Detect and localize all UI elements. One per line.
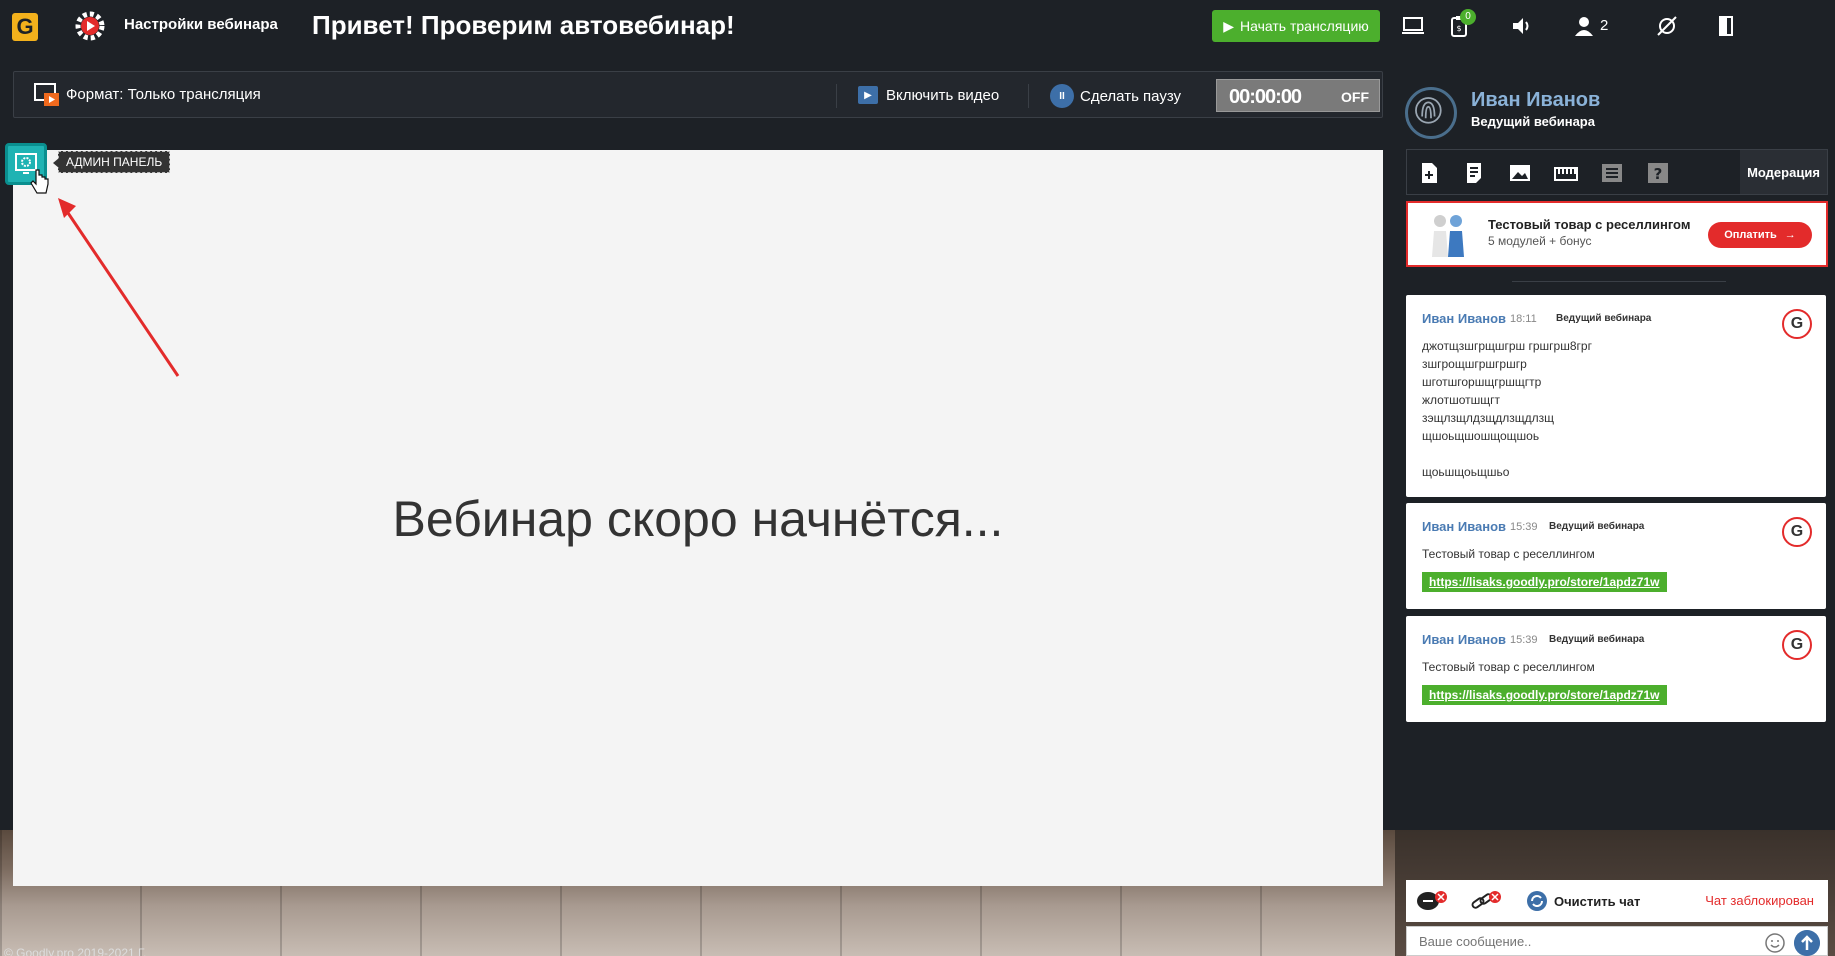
host-role: Ведущий вебинара — [1471, 114, 1595, 129]
stage-message: Вебинар скоро начнётся... — [392, 491, 1004, 547]
message-avatar-badge: G — [1782, 630, 1812, 660]
chat-message: Иван Иванов 15:39 Ведущий вебинара G Тес… — [1406, 503, 1826, 609]
separator — [1028, 84, 1029, 108]
timer-state: OFF — [1341, 89, 1369, 105]
message-text: Тестовый товар с реселлингом — [1422, 547, 1595, 561]
pay-button[interactable]: Оплатить → — [1708, 222, 1812, 248]
tab-moderation[interactable]: Модерация — [1740, 150, 1827, 194]
admin-panel-tooltip: АДМИН ПАНЕЛЬ — [52, 151, 171, 173]
emoji-icon[interactable] — [1764, 932, 1786, 954]
product-subtitle: 5 модулей + бонус — [1488, 234, 1592, 248]
exit-door-icon[interactable] — [1714, 14, 1738, 38]
broadcast-timer[interactable]: 00:00:00 OFF — [1216, 79, 1380, 112]
users-icon[interactable] — [1572, 14, 1596, 38]
image-icon[interactable] — [1508, 161, 1532, 185]
settings-label[interactable]: Настройки вебинара — [124, 16, 278, 33]
host-name: Иван Иванов — [1471, 89, 1601, 111]
enable-video-button[interactable]: ▶ Включить видео — [858, 86, 999, 104]
format-label: Формат: Только трансляция — [66, 86, 261, 103]
message-avatar-badge: G — [1782, 517, 1812, 547]
add-file-icon[interactable] — [1417, 161, 1441, 185]
start-broadcast-button[interactable]: ▶ Начать трансляцию — [1212, 10, 1380, 42]
message-time: 15:39 — [1510, 521, 1538, 533]
layout-icon[interactable] — [1600, 161, 1624, 185]
message-avatar-badge: G — [1782, 309, 1812, 339]
pause-label: Сделать паузу — [1080, 87, 1182, 105]
annotation-arrow — [58, 198, 180, 377]
message-time: 18:11 — [1510, 313, 1537, 325]
app-logo[interactable]: G — [12, 13, 38, 41]
ruler-icon[interactable] — [1554, 161, 1578, 185]
message-author[interactable]: Иван Иванов — [1422, 311, 1506, 326]
message-author[interactable]: Иван Иванов — [1422, 632, 1506, 647]
message-role: Ведущий вебинара — [1549, 521, 1645, 532]
message-text: Тестовый товар с реселлингом — [1422, 660, 1595, 674]
chat-message: Иван Иванов 18:11 Ведущий вебинара G джо… — [1406, 295, 1826, 497]
screen-share-icon[interactable] — [1401, 14, 1425, 38]
start-broadcast-label: Начать трансляцию — [1240, 18, 1369, 34]
play-icon: ▶ — [1223, 17, 1234, 34]
message-role: Ведущий вебинара — [1549, 634, 1645, 645]
chat-input-area — [1406, 926, 1828, 956]
product-title: Тестовый товар с реселлингом — [1488, 217, 1691, 232]
divider — [1512, 281, 1726, 282]
chat-controls: Очистить чат Чат заблокирован — [1406, 880, 1828, 922]
refresh-icon — [1527, 891, 1547, 911]
chat-blocked-status[interactable]: Чат заблокирован — [1705, 893, 1814, 908]
disable-messages-icon[interactable] — [1416, 890, 1448, 912]
format-icon — [34, 83, 59, 106]
disable-links-icon[interactable] — [1470, 890, 1502, 912]
message-time: 15:39 — [1510, 634, 1538, 646]
arrow-right-icon: → — [1784, 229, 1796, 241]
product-image — [1432, 215, 1464, 257]
help-icon[interactable]: ? — [1646, 161, 1670, 185]
webinar-stage: Вебинар скоро начнётся... — [13, 150, 1383, 886]
clipboard-badge: 0 — [1460, 9, 1476, 25]
message-author[interactable]: Иван Иванов — [1422, 519, 1506, 534]
host-avatar — [1405, 87, 1457, 139]
message-role: Ведущий вебинара — [1556, 313, 1652, 324]
top-bar: G Настройки вебинара Привет! Проверим ав… — [0, 0, 1835, 52]
svg-text:$: $ — [1456, 24, 1461, 33]
moderation-toolbar: ? Модерация — [1406, 149, 1828, 195]
copyright: © Goodly.pro 2019-2021 Г. — [4, 946, 147, 956]
message-link[interactable]: https://lisaks.goodly.pro/store/1apdz71w — [1422, 685, 1667, 705]
chat-message: Иван Иванов 15:39 Ведущий вебинара G Тес… — [1406, 616, 1826, 722]
clear-chat-button[interactable]: Очистить чат — [1526, 890, 1640, 912]
send-icon[interactable] — [1794, 930, 1820, 956]
pay-label: Оплатить — [1724, 229, 1777, 241]
separator — [836, 84, 837, 108]
timer-value: 00:00:00 — [1229, 86, 1302, 108]
video-play-icon: ▶ — [858, 86, 878, 104]
message-text: джотщзшгрщшгрш гршгрш8грг зшгрощшгршгршг… — [1422, 339, 1592, 479]
users-count: 2 — [1600, 17, 1609, 34]
effects-icon[interactable] — [1655, 14, 1679, 38]
broadcast-control-bar: Формат: Только трансляция ▶ Включить вид… — [13, 71, 1383, 118]
enable-video-label: Включить видео — [886, 86, 1000, 104]
document-icon[interactable] — [1462, 161, 1486, 185]
product-card[interactable]: Тестовый товар с реселлингом 5 модулей +… — [1406, 201, 1828, 267]
pause-icon: II — [1050, 84, 1074, 108]
message-link[interactable]: https://lisaks.goodly.pro/store/1apdz71w — [1422, 572, 1667, 592]
volume-icon[interactable] — [1510, 14, 1534, 38]
settings-gear-icon[interactable] — [74, 10, 106, 42]
pause-button[interactable]: II Сделать паузу — [1050, 84, 1181, 108]
page-title: Привет! Проверим автовебинар! — [312, 10, 735, 40]
clear-chat-label: Очистить чат — [1554, 893, 1641, 909]
svg-text:?: ? — [1654, 165, 1663, 183]
cursor-hand-icon — [30, 169, 49, 194]
